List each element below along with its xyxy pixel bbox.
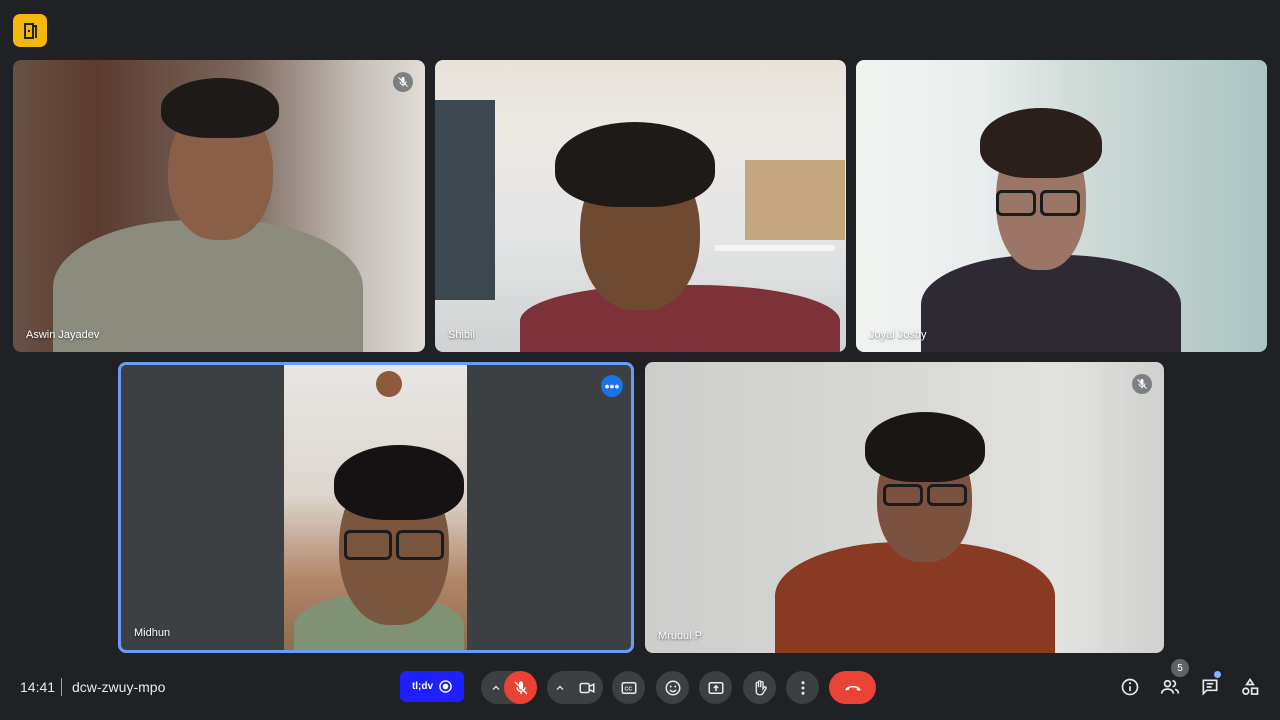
participant-video	[520, 285, 840, 352]
divider	[61, 678, 62, 696]
people-icon	[1160, 679, 1180, 694]
activities-icon	[1242, 677, 1259, 695]
mic-off-icon	[393, 72, 413, 92]
participant-tile-shibil[interactable]: Shibil	[435, 60, 846, 352]
raise-hand-icon	[755, 679, 767, 695]
mic-toggle-button[interactable]	[504, 671, 537, 704]
participant-name: Midhun	[134, 627, 171, 639]
activities-button[interactable]	[1238, 675, 1262, 699]
app-logo	[13, 14, 47, 47]
emoji-icon	[665, 680, 680, 695]
camera-options-button[interactable]	[548, 676, 572, 700]
participant-tile-aswin[interactable]: Aswin Jayadev	[13, 60, 425, 352]
mic-off-icon	[1132, 374, 1152, 394]
more-vert-icon	[801, 680, 804, 695]
control-bar: 14:41 dcw-zwuy-mpo tl;dv CC 5	[0, 659, 1280, 710]
camera-toggle-button[interactable]	[570, 671, 603, 704]
raise-hand-button[interactable]	[743, 671, 776, 704]
more-options-button[interactable]: •••	[601, 375, 623, 397]
leave-call-button[interactable]	[829, 671, 876, 704]
chevron-up-icon	[556, 685, 564, 690]
participant-name: Shibil	[448, 329, 475, 341]
chat-notification-dot	[1214, 671, 1221, 678]
tldv-record-button[interactable]: tl;dv	[400, 671, 464, 702]
chat-icon	[1202, 679, 1218, 696]
record-icon	[439, 680, 452, 693]
participant-video	[53, 220, 363, 352]
people-button[interactable]	[1158, 675, 1182, 699]
participant-tile-joyal[interactable]: Joyal Joshy	[856, 60, 1267, 352]
meeting-code: dcw-zwuy-mpo	[72, 679, 166, 695]
captions-icon: CC	[621, 681, 636, 694]
meeting-details-button[interactable]	[1118, 675, 1142, 699]
present-button[interactable]	[699, 671, 732, 704]
more-options-icon: •••	[604, 378, 620, 394]
participant-tile-mrudul[interactable]: Mrudul P	[645, 362, 1164, 653]
door-logo-icon	[24, 22, 37, 39]
participant-name: Joyal Joshy	[869, 329, 927, 341]
participant-tile-midhun[interactable]: ••• Midhun	[118, 362, 634, 653]
participant-video	[921, 255, 1181, 352]
captions-button[interactable]: CC	[612, 671, 645, 704]
info-icon	[1121, 678, 1139, 696]
mic-off-icon	[514, 680, 527, 694]
tldv-label: tl;dv	[411, 681, 434, 692]
participant-name: Mrudul P	[658, 630, 703, 642]
more-options-button[interactable]	[786, 671, 819, 704]
svg-text:CC: CC	[624, 686, 632, 692]
chevron-up-icon	[492, 685, 500, 690]
reactions-button[interactable]	[656, 671, 689, 704]
participant-video	[284, 365, 467, 650]
present-icon	[708, 681, 723, 694]
meeting-time: 14:41	[20, 679, 56, 695]
participant-name: Aswin Jayadev	[26, 329, 100, 341]
camera-icon	[579, 682, 594, 693]
chat-button[interactable]	[1198, 675, 1222, 699]
end-call-icon	[845, 685, 860, 691]
